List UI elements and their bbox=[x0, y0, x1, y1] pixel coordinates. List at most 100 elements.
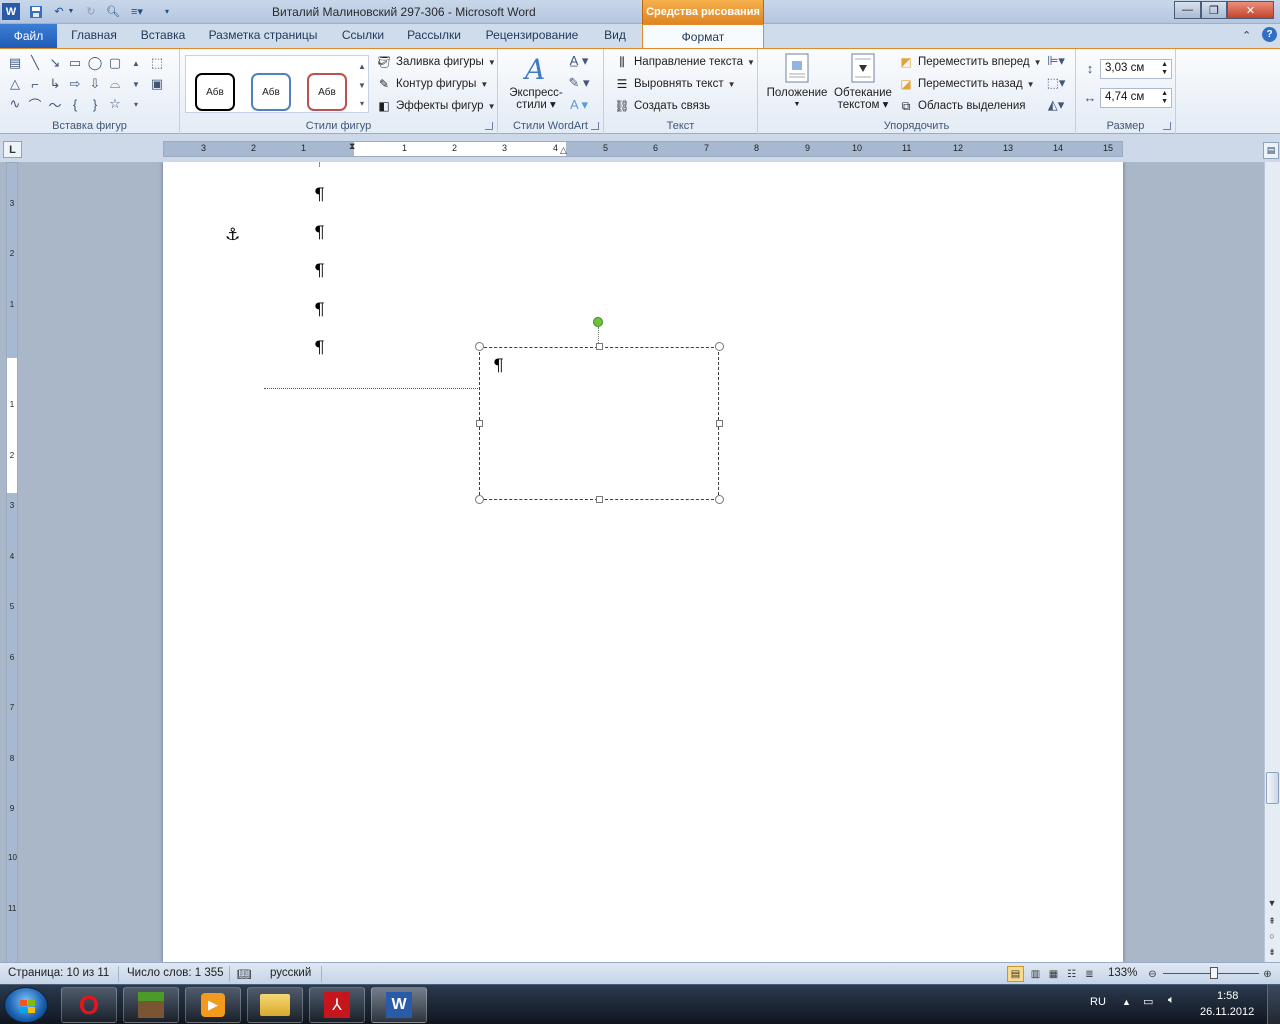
rotation-handle[interactable] bbox=[593, 317, 603, 327]
elbow-connector-shape-icon[interactable]: ⌐ bbox=[26, 75, 44, 93]
taskbar-explorer[interactable] bbox=[247, 987, 303, 1023]
shape-effects-button[interactable]: ◧ Эффекты фигур ▼ bbox=[376, 96, 495, 116]
word-count[interactable]: Число слов: 1 355 bbox=[127, 967, 224, 979]
triangle-shape-icon[interactable]: △ bbox=[6, 75, 24, 93]
create-link-button[interactable]: ⛓︎ Создать связь bbox=[614, 96, 710, 116]
draft-view-icon[interactable]: ≣ bbox=[1081, 966, 1098, 982]
text-effects-icon[interactable]: A ▾ bbox=[566, 96, 592, 114]
resize-handle-top[interactable] bbox=[596, 343, 603, 350]
size-launcher-icon[interactable] bbox=[1163, 122, 1171, 130]
selected-text-box[interactable]: ¶ bbox=[479, 347, 719, 500]
shape-style-thumb-red[interactable]: Абв bbox=[307, 73, 347, 111]
wrap-text-button[interactable]: Обтекание текстом ▾ bbox=[830, 53, 896, 111]
taskbar-word[interactable]: W bbox=[371, 987, 427, 1023]
shape-outline-button[interactable]: ✎ Контур фигуры ▼ bbox=[376, 74, 488, 94]
paragraph-mark[interactable]: ¶ bbox=[314, 300, 325, 320]
bring-forward-button[interactable]: ◩ Переместить вперед ▼ bbox=[898, 52, 1041, 72]
paragraph-mark[interactable]: ¶ bbox=[314, 223, 325, 243]
draw-textbox-icon[interactable]: ▣ bbox=[148, 75, 166, 93]
text-fill-icon[interactable]: A̲ ▾ bbox=[566, 52, 592, 70]
freeform-shape-icon[interactable]: ⌓ bbox=[106, 75, 124, 93]
tab-mailings[interactable]: Рассылки bbox=[400, 28, 468, 48]
resize-handle-bottom-right[interactable] bbox=[715, 495, 724, 504]
selection-pane-button[interactable]: ⧉ Область выделения bbox=[898, 96, 1026, 116]
curve-shape-icon[interactable]: ∿ bbox=[6, 95, 24, 113]
save-icon[interactable] bbox=[27, 3, 45, 20]
shape-width-field[interactable]: 4,74 см ▲ ▼ bbox=[1100, 88, 1172, 108]
customize-line-icon[interactable]: ≡▾ bbox=[125, 3, 149, 20]
line-shape-icon[interactable]: ╲ bbox=[26, 54, 44, 72]
edit-shape-icon[interactable]: ⬚ bbox=[148, 54, 166, 72]
tab-references[interactable]: Ссылки bbox=[334, 28, 392, 48]
outline-view-icon[interactable]: ☷ bbox=[1063, 966, 1080, 982]
taskbar-acrobat[interactable]: ⅄ bbox=[309, 987, 365, 1023]
shape-style-thumb-black[interactable]: Абв bbox=[195, 73, 235, 111]
text-direction-button[interactable]: ⫼ Направление текста ▼ bbox=[614, 52, 755, 72]
oval-shape-icon[interactable]: ◯ bbox=[86, 54, 104, 72]
zoom-in-icon[interactable]: ⊕ bbox=[1259, 966, 1276, 982]
word-app-icon[interactable]: W bbox=[2, 3, 20, 20]
styles-more-icon[interactable]: ▾ bbox=[353, 94, 371, 112]
rotate-objects-icon[interactable]: ◭▾ bbox=[1044, 96, 1068, 114]
resize-handle-left[interactable] bbox=[476, 420, 483, 427]
network-icon[interactable]: ▭ bbox=[1143, 995, 1153, 1008]
align-text-button[interactable]: ☰ Выровнять текст ▼ bbox=[614, 74, 736, 94]
rectangle-shape-icon[interactable]: ▭ bbox=[66, 54, 84, 72]
clock-date[interactable]: 26.11.2012 bbox=[1200, 1006, 1254, 1018]
shape-fill-button[interactable]: 🪣︎ Заливка фигуры ▼ bbox=[376, 52, 495, 72]
clock-time[interactable]: 1:58 bbox=[1217, 990, 1238, 1002]
spin-arrows-icon[interactable]: ▲ ▼ bbox=[1161, 90, 1168, 106]
tab-review[interactable]: Рецензирование bbox=[480, 28, 584, 48]
tab-page-layout[interactable]: Разметка страницы bbox=[204, 28, 322, 48]
previous-page-icon[interactable]: ⇞ bbox=[1266, 915, 1278, 927]
help-icon[interactable]: ? bbox=[1262, 27, 1277, 42]
show-desktop-button[interactable] bbox=[1267, 985, 1280, 1024]
shape-style-thumb-blue[interactable]: Абв bbox=[251, 73, 291, 111]
taskbar-media-player[interactable]: ▶ bbox=[185, 987, 241, 1023]
document-page[interactable]: ⚓ ¶ ¶ ¶ ¶ ¶ ¶ bbox=[163, 162, 1123, 962]
zoom-slider-thumb[interactable] bbox=[1210, 967, 1218, 979]
elbow-arrow-shape-icon[interactable]: ↳ bbox=[46, 75, 64, 93]
tray-expand-icon[interactable]: ▲ bbox=[1122, 997, 1131, 1007]
browse-object-icon[interactable]: ○ bbox=[1266, 930, 1278, 942]
right-arrow-shape-icon[interactable]: ⇨ bbox=[66, 75, 84, 93]
close-button[interactable]: ✕ bbox=[1227, 1, 1274, 19]
tab-selector-button[interactable]: L bbox=[3, 141, 22, 158]
position-button[interactable]: Положение ▼ bbox=[764, 53, 830, 111]
paragraph-mark[interactable]: ¶ bbox=[314, 338, 325, 358]
tab-insert[interactable]: Вставка bbox=[134, 28, 192, 48]
right-brace-shape-icon[interactable]: } bbox=[86, 95, 104, 113]
shapes-scroll-up-icon[interactable]: ▲ bbox=[127, 54, 145, 72]
express-styles-button[interactable]: A Экспресс- стили ▾ bbox=[508, 53, 564, 111]
full-screen-reading-view-icon[interactable]: ▥ bbox=[1027, 966, 1044, 982]
star-shape-icon[interactable]: ☆ bbox=[106, 95, 124, 113]
scroll-down-icon[interactable]: ▼ bbox=[1266, 897, 1278, 909]
tab-view[interactable]: Вид bbox=[596, 28, 634, 48]
paragraph-mark[interactable]: ¶ bbox=[314, 185, 325, 205]
resize-handle-top-left[interactable] bbox=[475, 342, 484, 351]
view-ruler-toggle-icon[interactable]: ▤ bbox=[1263, 142, 1279, 159]
wordart-launcher-icon[interactable] bbox=[591, 122, 599, 130]
taskbar-opera[interactable]: O bbox=[61, 987, 117, 1023]
shapes-more-icon[interactable]: ▾ bbox=[127, 95, 145, 113]
qat-customize-icon[interactable]: ▾ bbox=[158, 3, 176, 20]
vertical-ruler[interactable]: 3 2 1 1 2 3 4 5 6 7 8 9 10 11 bbox=[6, 162, 18, 963]
left-brace-shape-icon[interactable]: { bbox=[66, 95, 84, 113]
arc-shape-icon[interactable]: ⌒ bbox=[26, 95, 44, 113]
undo-dropdown-icon[interactable]: ▼ bbox=[66, 3, 76, 20]
styles-scroll-down-icon[interactable]: ▼ bbox=[353, 76, 371, 94]
vertical-scrollbar[interactable] bbox=[1264, 162, 1280, 962]
restore-button[interactable]: ❐ bbox=[1201, 1, 1227, 19]
page-count[interactable]: Страница: 10 из 11 bbox=[8, 967, 109, 979]
scribble-shape-icon[interactable]: 〜 bbox=[46, 95, 64, 113]
text-outline-icon[interactable]: ✎ ▾ bbox=[566, 74, 592, 92]
language-indicator[interactable]: русский bbox=[270, 967, 311, 979]
right-indent-marker-icon[interactable]: △ bbox=[560, 145, 567, 156]
paragraph-mark[interactable]: ¶ bbox=[314, 261, 325, 281]
rounded-rectangle-shape-icon[interactable]: ▢ bbox=[106, 54, 124, 72]
print-preview-icon[interactable]: 🔍︎ bbox=[104, 3, 122, 20]
spellcheck-icon[interactable]: 📖︎ bbox=[237, 967, 252, 981]
textbox-paragraph-mark[interactable]: ¶ bbox=[493, 356, 504, 376]
resize-handle-bottom-left[interactable] bbox=[475, 495, 484, 504]
group-objects-icon[interactable]: ⬚▾ bbox=[1044, 74, 1068, 92]
